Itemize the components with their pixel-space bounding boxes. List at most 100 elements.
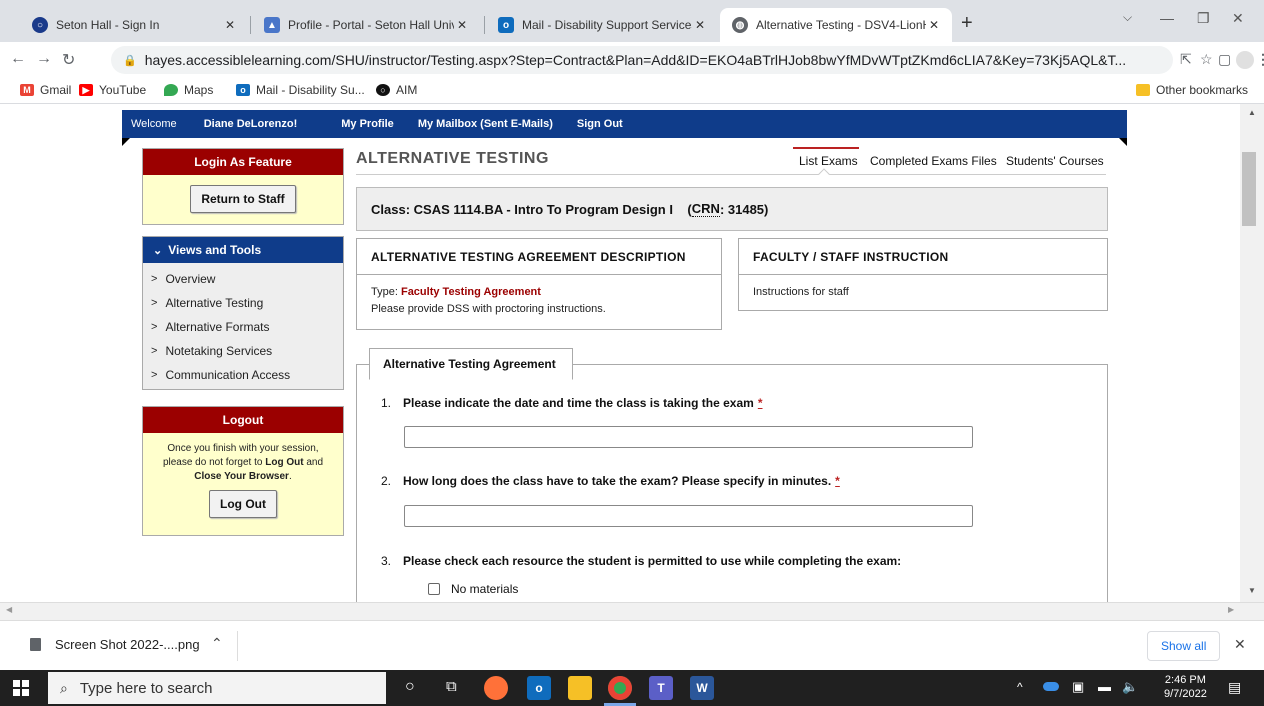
bookmark-mail[interactable]: o Mail - Disability Su... <box>236 83 365 97</box>
agreement-description-title: ALTERNATIVE TESTING AGREEMENT DESCRIPTIO… <box>357 239 721 275</box>
back-icon[interactable]: ← <box>10 50 26 68</box>
sidebar-item-alternative-formats[interactable]: > Alternative Formats <box>143 315 343 339</box>
notifications-icon[interactable]: ▤ <box>1228 679 1241 696</box>
faculty-instruction-title: FACULTY / STAFF INSTRUCTION <box>739 239 1107 275</box>
required-marker: * <box>757 396 763 410</box>
restore-icon[interactable]: ❐ <box>1197 10 1210 27</box>
chrome-icon[interactable] <box>608 676 632 700</box>
testing-agreement-legend: Alternative Testing Agreement <box>369 348 573 380</box>
logout-panel: Logout Once you finish with your session… <box>142 406 344 536</box>
battery-icon[interactable]: ▬ <box>1098 679 1111 694</box>
outlook-taskbar-icon[interactable]: o <box>527 676 551 700</box>
scroll-right-icon[interactable]: ▶ <box>1228 605 1234 614</box>
sidebar-item-overview[interactable]: > Overview <box>143 267 343 291</box>
minimize-icon[interactable]: — <box>1160 10 1174 26</box>
close-icon[interactable]: ✕ <box>692 18 708 32</box>
chevron-up-icon[interactable]: ⌃ <box>211 635 223 652</box>
aim-icon: ○ <box>376 84 390 96</box>
close-icon[interactable]: ✕ <box>222 18 238 32</box>
bookmark-aim[interactable]: ○ AIM <box>376 83 417 97</box>
onedrive-icon[interactable] <box>1043 682 1059 691</box>
header-divider <box>356 174 1106 175</box>
task-view-icon[interactable]: ⧉ <box>446 678 457 695</box>
vertical-scroll-thumb[interactable] <box>1242 152 1256 226</box>
tab-caret <box>818 168 830 180</box>
file-icon <box>30 638 41 651</box>
volume-icon[interactable]: 🔈 <box>1122 679 1138 695</box>
bookmark-youtube[interactable]: ▶ YouTube <box>79 83 146 97</box>
network-icon[interactable]: ▣ <box>1072 679 1084 695</box>
share-icon[interactable]: ⇱ <box>1180 51 1192 68</box>
nav-my-mailbox[interactable]: My Mailbox (Sent E-Mails) <box>418 118 553 130</box>
scroll-up-icon[interactable]: ▲ <box>1248 108 1256 117</box>
youtube-icon: ▶ <box>79 84 93 96</box>
download-file-name[interactable]: Screen Shot 2022-....png <box>55 637 200 652</box>
sidebar-item-notetaking-services[interactable]: > Notetaking Services <box>143 339 343 363</box>
sidepanel-icon[interactable]: ▢ <box>1218 51 1231 68</box>
profile-avatar-icon[interactable] <box>1236 51 1254 69</box>
welcome-text: Welcome Diane DeLorenzo! <box>131 118 298 130</box>
taskbar-search-input[interactable]: ⌕ Type here to search <box>48 672 386 704</box>
sidebar-item-communication-access[interactable]: > Communication Access <box>143 363 343 387</box>
agreement-description-text: Please provide DSS with proctoring instr… <box>371 303 606 315</box>
close-icon[interactable]: ✕ <box>926 18 942 32</box>
scroll-down-icon[interactable]: ▼ <box>1248 586 1256 595</box>
required-marker: * <box>835 474 840 488</box>
lock-icon: 🔒 <box>123 54 137 67</box>
tab-students-courses[interactable]: Students' Courses <box>1006 154 1104 168</box>
double-chevron-down-icon: ⌄ <box>153 244 163 257</box>
url-text: hayes.accessiblelearning.com/SHU/instruc… <box>144 52 1127 68</box>
tab-seton-hall-sign-in[interactable]: ○ Seton Hall - Sign In ✕ <box>20 8 248 42</box>
login-as-feature-title: Login As Feature <box>143 149 343 175</box>
file-explorer-icon[interactable] <box>568 676 592 700</box>
tab-profile-portal[interactable]: ▲ Profile - Portal - Seton Hall Unive ✕ <box>252 8 480 42</box>
windows-start-icon[interactable] <box>13 680 29 696</box>
cortana-icon[interactable]: ○ <box>405 678 415 696</box>
agreement-type: Faculty Testing Agreement <box>400 286 541 298</box>
nav-corner <box>1119 138 1127 146</box>
taskbar: ⌕ Type here to search ○ ⧉ o T W ^ ▣ ▬ 🔈 … <box>0 670 1264 706</box>
exam-date-time-input[interactable] <box>404 426 973 448</box>
chevron-down-icon[interactable]: ⌵ <box>1123 10 1132 25</box>
nav-sign-out[interactable]: Sign Out <box>577 118 623 130</box>
chevron-right-icon: > <box>151 273 158 285</box>
menu-dots-icon[interactable]: ⋮ <box>1256 51 1264 68</box>
star-icon[interactable]: ☆ <box>1200 51 1213 68</box>
new-tab-icon[interactable]: + <box>961 12 973 35</box>
tab-completed-exams-files[interactable]: Completed Exams Files <box>870 154 997 168</box>
sidebar-item-alternative-testing[interactable]: > Alternative Testing <box>143 291 343 315</box>
other-bookmarks[interactable]: Other bookmarks <box>1136 83 1248 97</box>
nav-my-profile[interactable]: My Profile <box>341 118 394 130</box>
tab-list-exams[interactable]: List Exams <box>799 154 858 168</box>
firefox-icon[interactable] <box>484 676 508 700</box>
window-close-icon[interactable]: ✕ <box>1232 10 1244 27</box>
close-icon[interactable]: ✕ <box>1234 636 1246 653</box>
bookmark-gmail[interactable]: M Gmail <box>20 83 71 97</box>
question-1: 1. Please indicate the date and time the … <box>381 396 763 410</box>
word-icon[interactable]: W <box>690 676 714 700</box>
scroll-left-icon[interactable]: ◀ <box>6 605 12 614</box>
log-out-button[interactable]: Log Out <box>209 490 277 518</box>
question-2: 2. How long does the class have to take t… <box>381 474 840 488</box>
forward-icon[interactable]: → <box>36 50 52 68</box>
no-materials-option[interactable]: No materials <box>428 582 518 596</box>
clock[interactable]: 2:46 PM 9/7/2022 <box>1164 673 1207 701</box>
exam-duration-input[interactable] <box>404 505 973 527</box>
bookmarks-bar: M Gmail ▶ YouTube Maps o Mail - Disabili… <box>0 78 1264 104</box>
bookmark-maps[interactable]: Maps <box>164 83 213 97</box>
no-materials-checkbox[interactable] <box>428 583 440 595</box>
tab-mail-disability[interactable]: o Mail - Disability Support Services ✕ <box>486 8 718 42</box>
portal-icon: ▲ <box>264 17 280 33</box>
show-all-button[interactable]: Show all <box>1147 631 1221 661</box>
faculty-instruction-text: Instructions for staff <box>753 286 849 298</box>
chevron-up-icon[interactable]: ^ <box>1017 680 1023 694</box>
teams-icon[interactable]: T <box>649 676 673 700</box>
globe-icon: ◍ <box>732 17 748 33</box>
url-input[interactable]: 🔒 hayes.accessiblelearning.com/SHU/instr… <box>111 46 1173 74</box>
horizontal-scrollbar[interactable]: ◀ ▶ <box>0 602 1264 620</box>
close-icon[interactable]: ✕ <box>454 18 470 32</box>
chevron-right-icon: > <box>151 345 158 357</box>
tab-alternative-testing[interactable]: ◍ Alternative Testing - DSV4-LionH ✕ <box>720 8 952 42</box>
return-to-staff-button[interactable]: Return to Staff <box>190 185 296 213</box>
reload-icon[interactable]: ↻ <box>62 50 75 70</box>
